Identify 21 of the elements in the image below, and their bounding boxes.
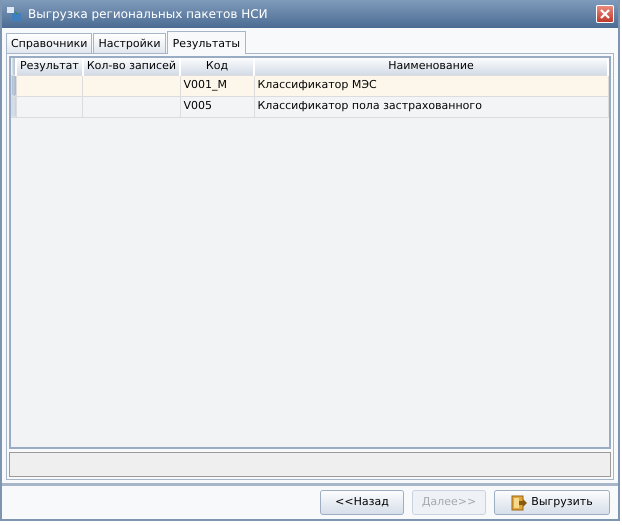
close-button[interactable]: [596, 5, 614, 23]
table-cell: V001_M: [180, 75, 254, 96]
button[interactable]: Выгрузить: [494, 490, 610, 515]
column-header[interactable]: Код: [180, 58, 254, 75]
window-icon: [6, 6, 22, 22]
row-selector[interactable]: [12, 96, 16, 117]
tab[interactable]: Результаты: [166, 31, 246, 54]
column-header[interactable]: Наименование: [254, 58, 608, 75]
button[interactable]: <<Назад: [320, 490, 404, 515]
row-header: [12, 58, 16, 75]
tab[interactable]: Настройки: [93, 33, 166, 53]
table-cell: Классификатор МЭС: [254, 75, 608, 96]
table-cell: V005: [180, 96, 254, 117]
window-title: Выгрузка региональных пакетов НСИ: [28, 6, 268, 23]
table-cell: Классификатор пола застрахованного: [254, 96, 608, 117]
tab[interactable]: Справочники: [6, 33, 92, 53]
close-icon: [600, 9, 610, 19]
column-header[interactable]: Результат: [16, 58, 83, 75]
column-header[interactable]: Кол-во записей: [82, 58, 180, 75]
row-selector[interactable]: [12, 75, 16, 96]
export-icon: [511, 494, 528, 510]
